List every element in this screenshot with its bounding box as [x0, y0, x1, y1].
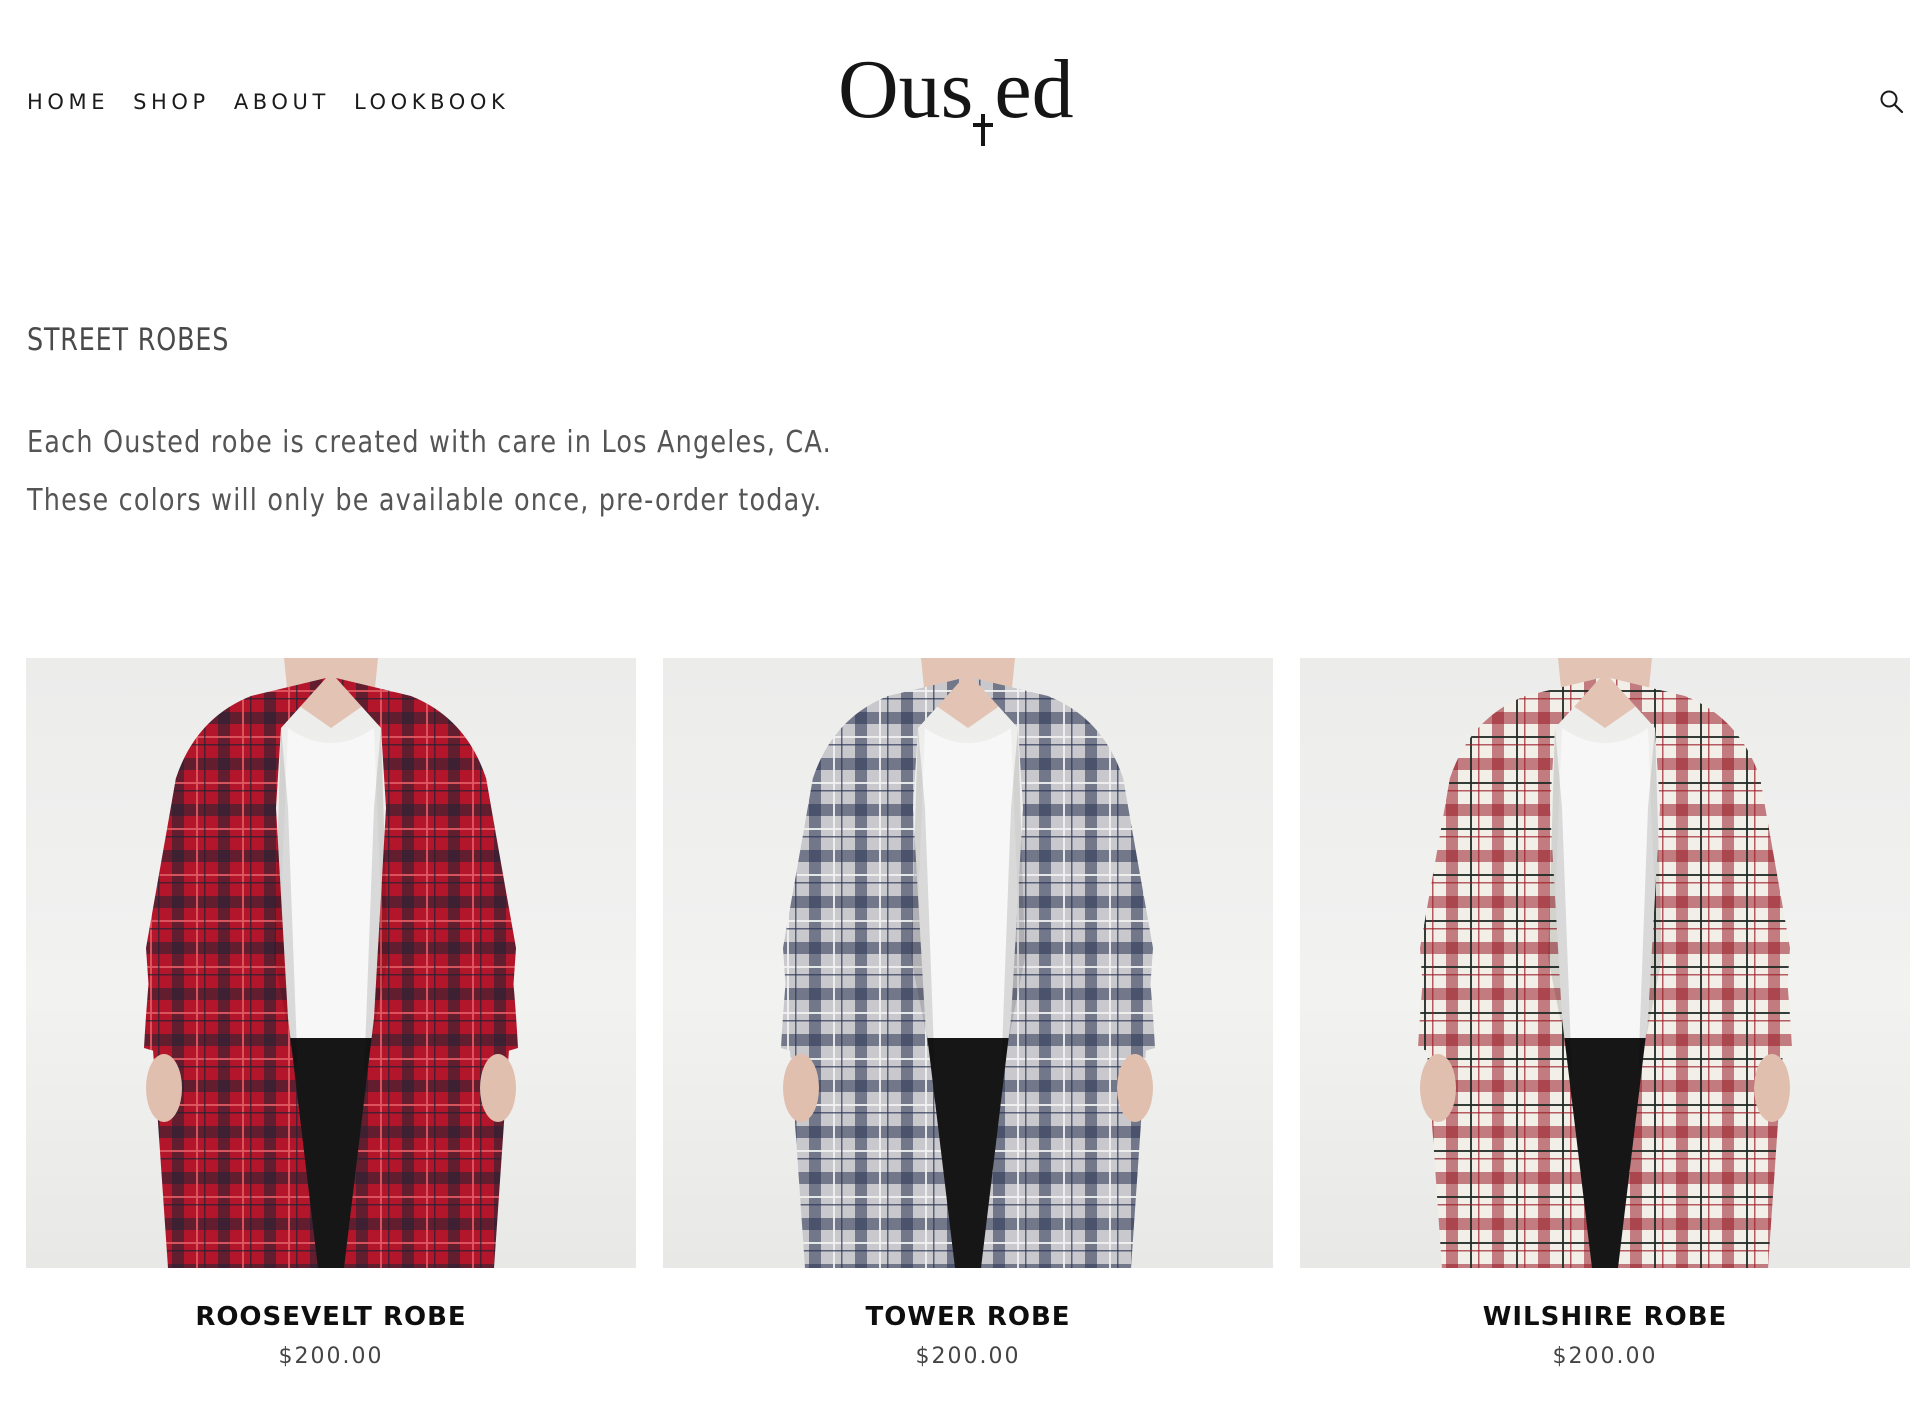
nav-lookbook[interactable]: LOOKBOOK: [354, 90, 509, 114]
collection-description: Each Ousted robe is created with care in…: [27, 414, 832, 530]
product-card-tower[interactable]: TOWER ROBE $200.00: [663, 658, 1273, 1378]
product-price: $200.00: [1552, 1344, 1658, 1369]
description-line: These colors will only be available once…: [27, 483, 823, 518]
model-illustration: [144, 658, 518, 1268]
brand-logo[interactable]: Ous ed: [838, 48, 1088, 148]
main-nav: HOME SHOP ABOUT LOOKBOOK: [27, 90, 533, 114]
description-line: Each Ousted robe is created with care in…: [27, 425, 832, 460]
collection-title: STREET ROBES: [27, 322, 230, 358]
product-price: $200.00: [278, 1344, 384, 1369]
product-name[interactable]: ROOSEVELT ROBE: [26, 1302, 636, 1332]
model-illustration: [781, 658, 1155, 1268]
product-grid: ROOSEVELT ROBE $200.00 TOWER ROBE $200.0…: [26, 658, 1910, 1378]
nav-shop[interactable]: SHOP: [133, 90, 210, 114]
product-name[interactable]: WILSHIRE ROBE: [1300, 1302, 1910, 1332]
product-card-roosevelt[interactable]: ROOSEVELT ROBE $200.00: [26, 658, 636, 1378]
product-card-wilshire[interactable]: WILSHIRE ROBE $200.00: [1300, 658, 1910, 1378]
nav-about[interactable]: ABOUT: [234, 90, 330, 114]
product-price: $200.00: [915, 1344, 1021, 1369]
product-image[interactable]: [26, 658, 636, 1268]
product-image[interactable]: [663, 658, 1273, 1268]
brand-logo-text: Ous ed: [838, 43, 1074, 136]
site-header: HOME SHOP ABOUT LOOKBOOK Ous ed: [0, 0, 1926, 200]
product-name[interactable]: TOWER ROBE: [663, 1302, 1273, 1332]
product-image[interactable]: [1300, 658, 1910, 1268]
search-icon[interactable]: [1878, 88, 1904, 114]
model-illustration: [1418, 658, 1792, 1268]
logo-cross-mark: [973, 114, 993, 146]
nav-home[interactable]: HOME: [27, 90, 109, 114]
